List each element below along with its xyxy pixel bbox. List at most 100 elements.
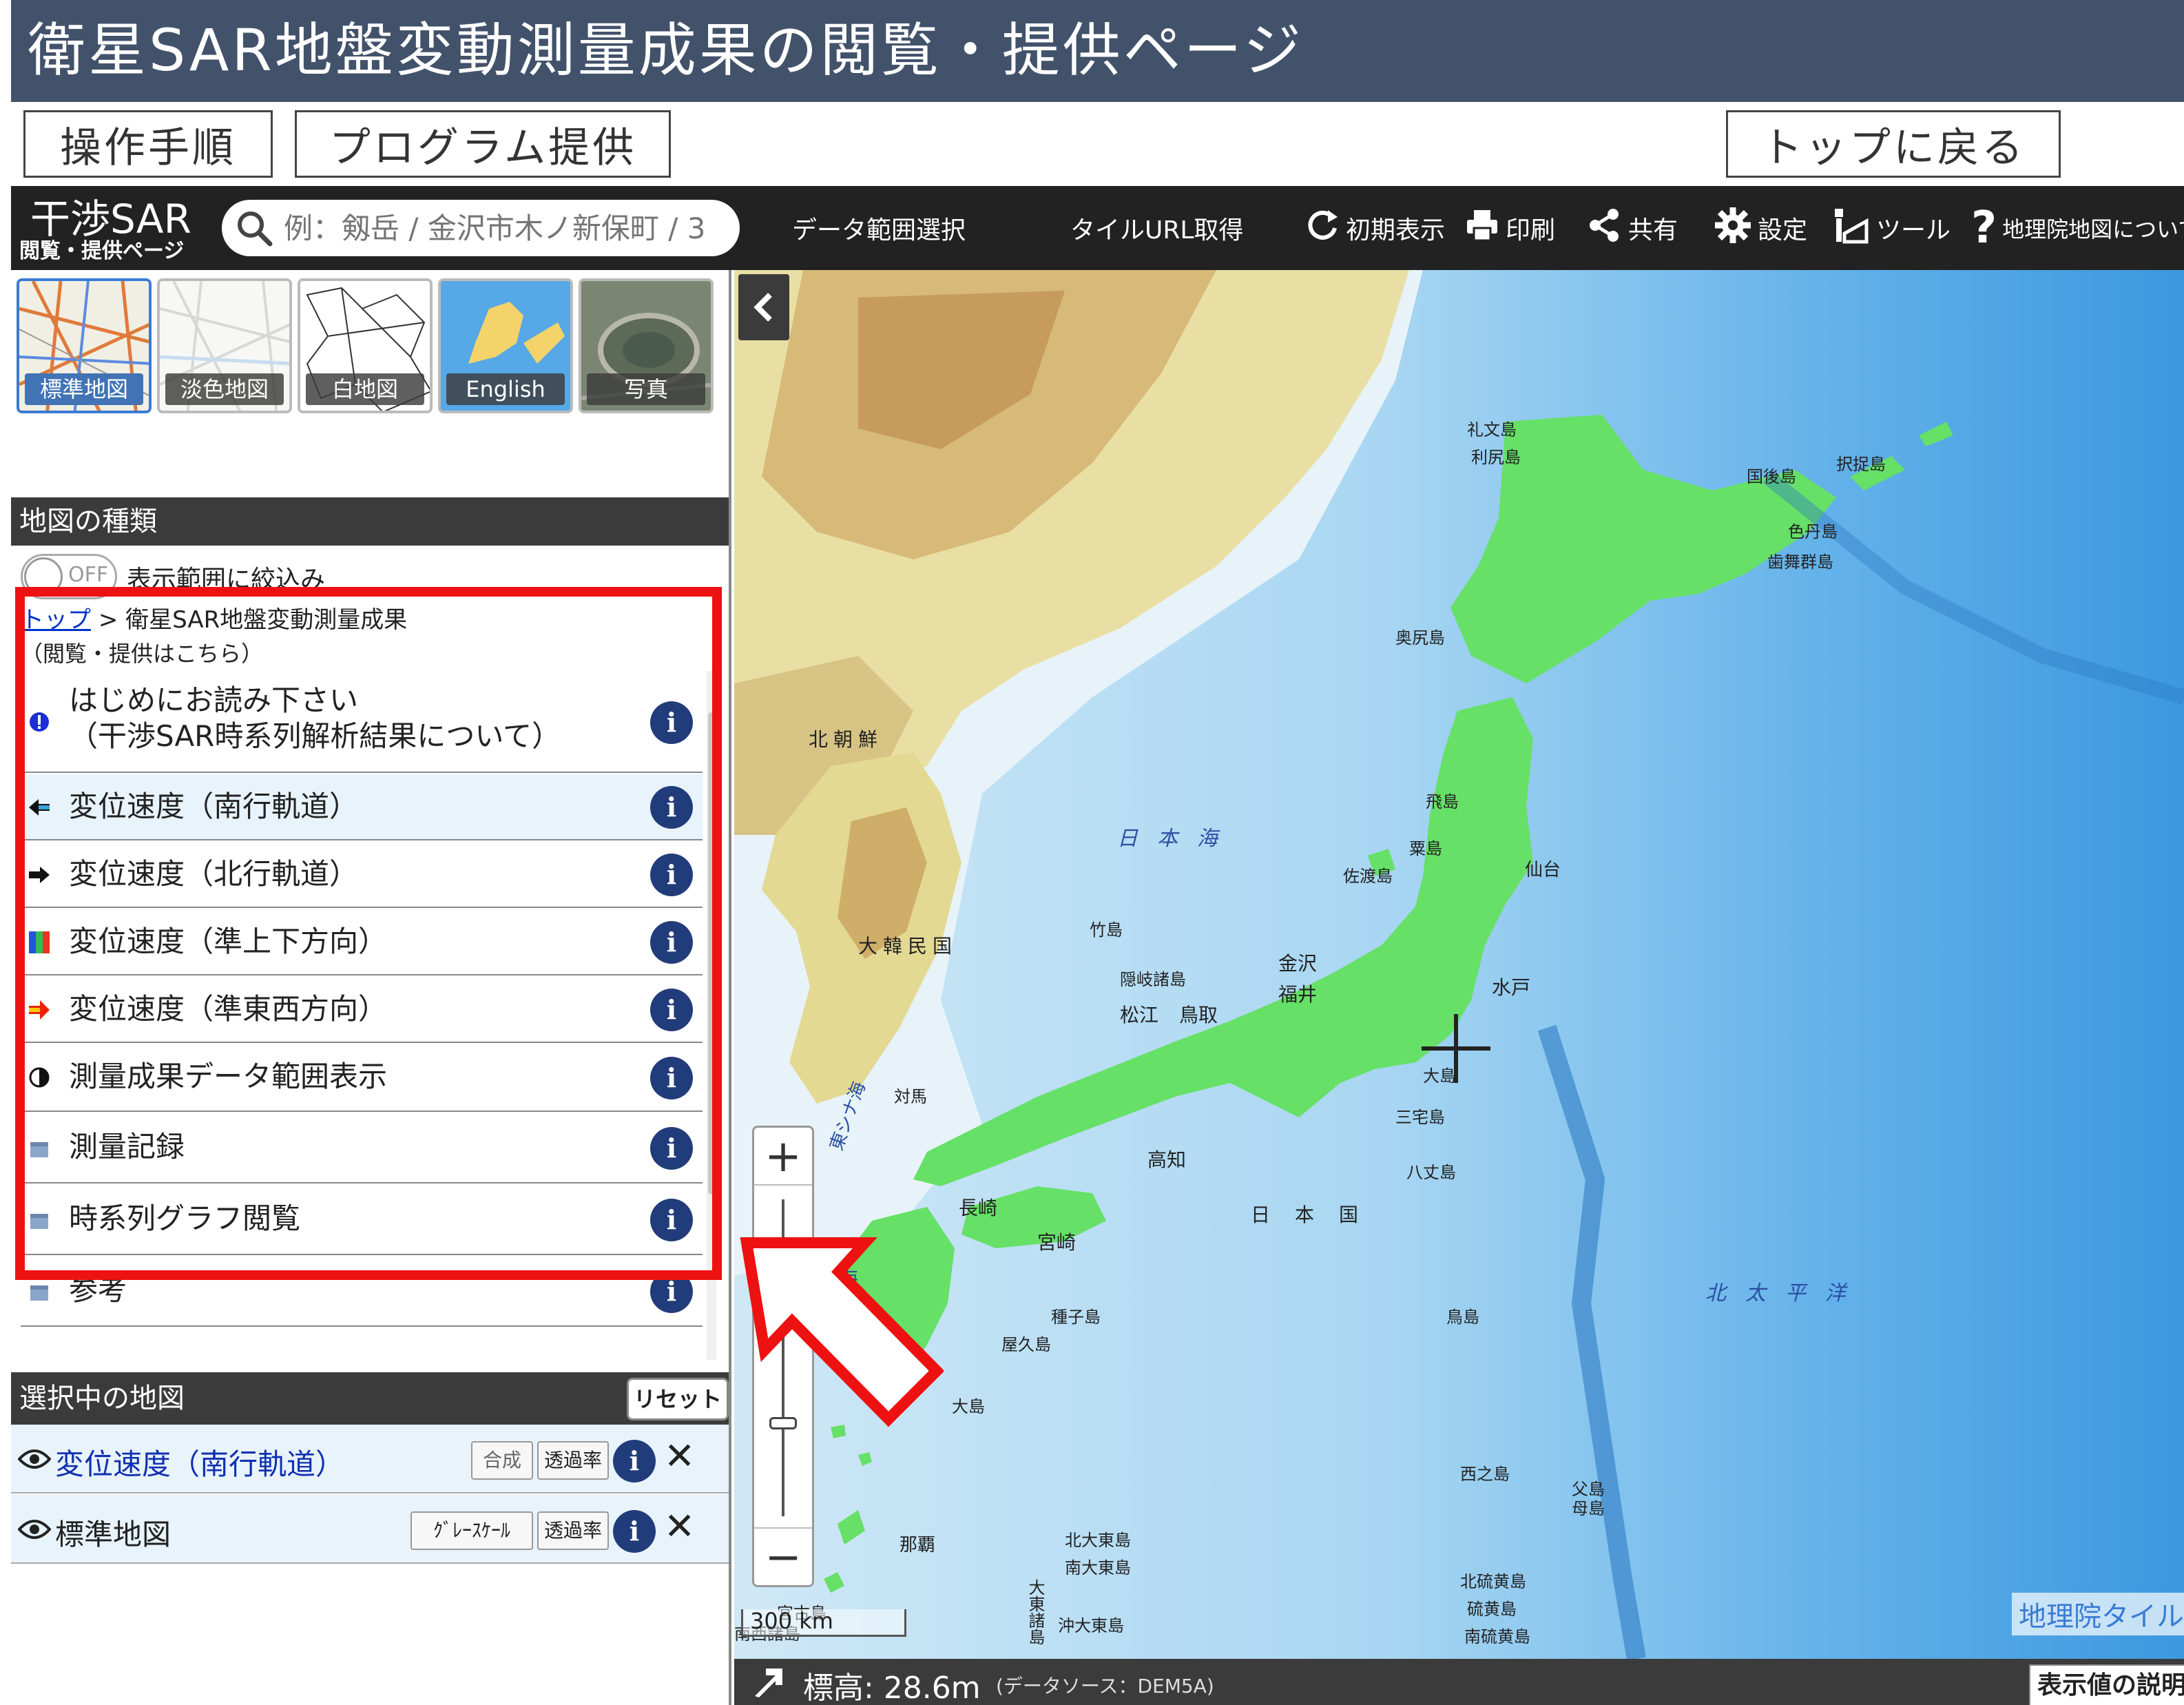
city-label: 長崎 bbox=[959, 1197, 998, 1219]
island-label: 八丈島 bbox=[1406, 1163, 1456, 1182]
island-label: 礼文島 bbox=[1467, 420, 1517, 440]
about-label: 地理院地図について bbox=[2002, 216, 2184, 242]
city-label: 仙台 bbox=[1525, 860, 1561, 880]
city-label: 高知 bbox=[1147, 1148, 1187, 1171]
back-to-top-button[interactable]: トップに戻る bbox=[1726, 110, 2061, 178]
settings-label: 設定 bbox=[1758, 216, 1808, 245]
island-label: 大島 bbox=[952, 1397, 985, 1416]
island-label: 国後島 bbox=[1747, 467, 1796, 486]
map-attribution[interactable]: 地理院タイル bbox=[2012, 1593, 2184, 1635]
expand-arrow-icon[interactable] bbox=[748, 1662, 789, 1703]
tile-url-label: タイルURL取得 bbox=[1070, 216, 1244, 245]
reset-button[interactable]: リセット bbox=[627, 1378, 729, 1420]
basemap-label: 標準地図 bbox=[25, 373, 143, 405]
toggle-state: OFF bbox=[68, 563, 109, 587]
tools-icon bbox=[1832, 206, 1871, 251]
app-logo[interactable]: 干渉SAR bbox=[30, 198, 191, 240]
about-button[interactable]: ? 地理院地図について bbox=[1971, 186, 2184, 270]
search-input[interactable] bbox=[282, 207, 723, 249]
print-button[interactable]: 印刷 bbox=[1464, 186, 1555, 270]
settings-button[interactable]: 設定 bbox=[1714, 186, 1807, 270]
island-label: 対馬 bbox=[894, 1087, 927, 1106]
print-label: 印刷 bbox=[1506, 216, 1556, 245]
island-label: 奥尻島 bbox=[1395, 628, 1445, 648]
selected-map-row[interactable]: 標準地図 ｸﾞﾚｰｽｹｰﾙ 透過率 i ✕ bbox=[11, 1495, 729, 1564]
close-icon[interactable]: ✕ bbox=[664, 1434, 695, 1478]
basemap-label: 写真 bbox=[587, 373, 705, 405]
basemap-standard[interactable]: 標準地図 bbox=[17, 278, 152, 413]
selected-maps-heading: 選択中の地図 bbox=[11, 1372, 729, 1425]
island-label: 硫黄島 bbox=[1467, 1600, 1517, 1619]
grayscale-button[interactable]: ｸﾞﾚｰｽｹｰﾙ bbox=[410, 1511, 533, 1550]
daito-islands-label: 大東諸島 bbox=[1026, 1579, 1045, 1645]
refresh-icon bbox=[1304, 207, 1340, 249]
city-label: 鳥取 bbox=[1179, 1004, 1218, 1026]
south-korea-label: 大韓民国 bbox=[858, 935, 958, 958]
basemap-english[interactable]: English bbox=[438, 278, 573, 413]
gear-icon bbox=[1714, 206, 1752, 251]
annotation-arrow-icon bbox=[740, 1237, 944, 1427]
zoom-out-button[interactable]: − bbox=[754, 1527, 812, 1585]
city-label: 金沢 bbox=[1278, 952, 1318, 975]
printer-icon bbox=[1464, 207, 1500, 249]
program-button[interactable]: プログラム提供 bbox=[295, 110, 671, 178]
zoom-in-button[interactable]: + bbox=[754, 1128, 812, 1186]
info-button[interactable]: i bbox=[613, 1510, 656, 1553]
japan-label: 日本国 bbox=[1251, 1203, 1384, 1226]
island-label: 母島 bbox=[1572, 1499, 1605, 1518]
page-title: 衛星SAR地盤変動測量成果の閲覧・提供ページ bbox=[28, 17, 1304, 84]
eye-icon[interactable] bbox=[17, 1447, 52, 1474]
close-icon[interactable]: ✕ bbox=[664, 1505, 695, 1548]
opacity-button[interactable]: 透過率 bbox=[537, 1511, 609, 1550]
opacity-button[interactable]: 透過率 bbox=[537, 1441, 609, 1480]
island-label: 隠岐諸島 bbox=[1120, 970, 1186, 989]
basemap-blank[interactable]: 白地図 bbox=[298, 278, 433, 413]
search-box bbox=[222, 200, 740, 256]
collapse-sidebar-button[interactable] bbox=[738, 274, 789, 340]
eye-icon[interactable] bbox=[17, 1517, 52, 1544]
island-label: 飛島 bbox=[1426, 792, 1459, 812]
tile-url-button[interactable]: タイルURL取得 bbox=[1070, 186, 1243, 270]
share-label: 共有 bbox=[1628, 216, 1678, 245]
share-button[interactable]: 共有 bbox=[1587, 186, 1678, 270]
page-header: 衛星SAR地盤変動測量成果の閲覧・提供ページ bbox=[11, 0, 2184, 102]
basemap-label: 淡色地図 bbox=[165, 373, 284, 405]
initial-view-label: 初期表示 bbox=[1346, 216, 1446, 245]
island-label: 択捉島 bbox=[1836, 455, 1886, 474]
selected-map-name[interactable]: 標準地図 bbox=[55, 1511, 171, 1553]
map-types-heading: 地図の種類 bbox=[11, 497, 729, 546]
tools-label: ツール bbox=[1876, 216, 1951, 245]
data-range-button[interactable]: データ範囲選択 bbox=[792, 186, 966, 270]
island-label: 歯舞群島 bbox=[1767, 552, 1833, 572]
island-label: 南大東島 bbox=[1065, 1558, 1131, 1578]
composite-button[interactable]: 合成 bbox=[471, 1441, 533, 1480]
island-label: 北大東島 bbox=[1065, 1531, 1131, 1550]
map-canvas[interactable]: 日本海 北太平洋 日本国 北朝鮮 大韓民国 仙台 水戸 金沢 福井 松江 鳥取 … bbox=[734, 270, 2184, 1659]
island-label: 屋久島 bbox=[1001, 1335, 1051, 1354]
info-button[interactable]: i bbox=[613, 1440, 656, 1482]
island-label: 利尻島 bbox=[1471, 448, 1521, 467]
island-label: 沖大東島 bbox=[1058, 1616, 1124, 1635]
pacific-label: 北太平洋 bbox=[1705, 1281, 1865, 1305]
search-icon[interactable] bbox=[234, 208, 275, 252]
island-label: 竹島 bbox=[1090, 920, 1123, 940]
island-label: 佐渡島 bbox=[1343, 867, 1393, 886]
selected-map-name[interactable]: 変位速度（南行軌道） bbox=[55, 1441, 344, 1483]
procedure-button[interactable]: 操作手順 bbox=[23, 110, 273, 178]
selected-map-row[interactable]: 変位速度（南行軌道） 合成 透過率 i ✕ bbox=[11, 1425, 729, 1494]
initial-view-button[interactable]: 初期表示 bbox=[1304, 186, 1445, 270]
island-label: 鳥島 bbox=[1446, 1308, 1479, 1327]
city-label: 那覇 bbox=[899, 1535, 936, 1556]
basemap-photo[interactable]: 写真 bbox=[579, 278, 714, 413]
basemap-pale[interactable]: 淡色地図 bbox=[157, 278, 292, 413]
value-explanation-button[interactable]: 表示値の説明 bbox=[2029, 1664, 2184, 1705]
basemap-label: 白地図 bbox=[306, 373, 424, 405]
folder-icon bbox=[30, 1285, 48, 1301]
island-label: 南硫黄島 bbox=[1464, 1627, 1530, 1646]
basemap-label: English bbox=[446, 373, 565, 405]
basemap-selector: 標準地図 淡色地図 白地図 English 写真 bbox=[17, 278, 726, 413]
tools-button[interactable]: ツール bbox=[1832, 186, 1951, 270]
city-label: 水戸 bbox=[1492, 976, 1531, 999]
city-label: 福井 bbox=[1278, 983, 1318, 1006]
island-label: 北硫黄島 bbox=[1460, 1572, 1526, 1591]
